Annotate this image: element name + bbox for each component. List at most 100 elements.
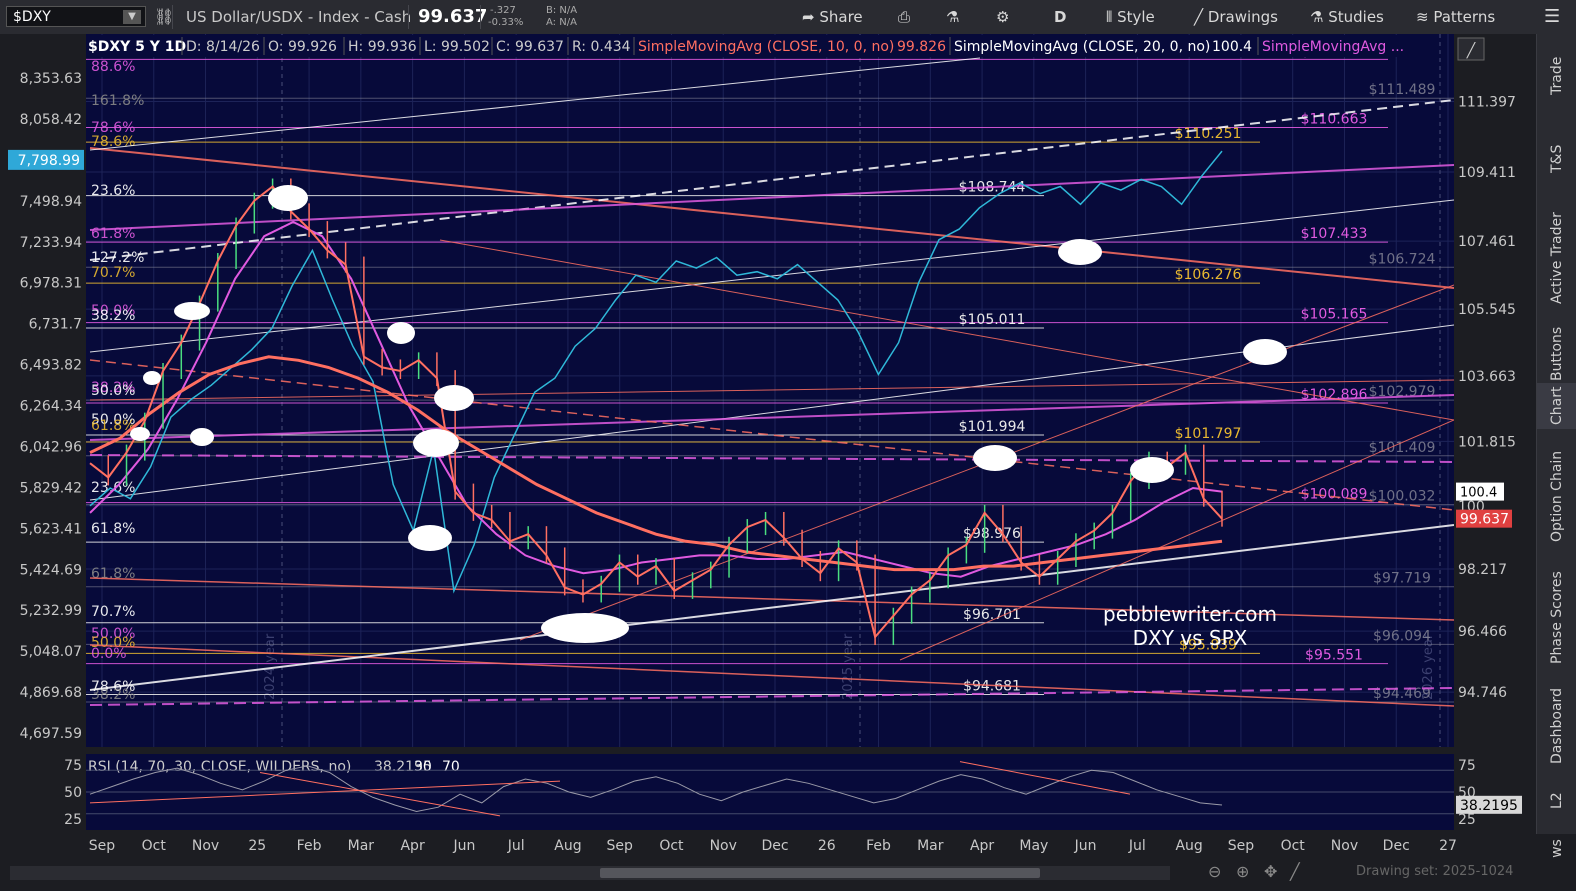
side-tab-trade[interactable]: Trade [1537, 38, 1576, 114]
left-axis-tick: 5,623.41 [20, 521, 82, 537]
x-axis-tick: Sep [606, 838, 633, 854]
level-label: $107.433 [1301, 226, 1368, 242]
pan-icon[interactable]: ✥ [1264, 862, 1277, 881]
side-tab-active-trader[interactable]: Active Trader [1537, 193, 1576, 323]
draw-icon[interactable]: ╱ [1290, 862, 1300, 881]
sma-long-line [89, 355, 1223, 572]
legend-item: 99.826 [897, 39, 946, 55]
scrollbar-thumb[interactable] [600, 868, 1040, 878]
left-axis-tick: 5,829.42 [20, 480, 82, 496]
level-label: $95.551 [1305, 648, 1363, 664]
highlight-oval [174, 302, 210, 320]
side-tab-l2[interactable]: L2 [1537, 778, 1576, 824]
legend-item: SimpleMovingAvg ... [1262, 39, 1404, 55]
x-axis-tick: Feb [297, 838, 322, 854]
x-axis-tick: Dec [761, 838, 788, 854]
sma-badge-label: 100.4 [1460, 486, 1497, 501]
fib-label: 161.8% [91, 93, 144, 109]
side-tab-phase-scores[interactable]: Phase Scores [1537, 563, 1576, 673]
x-axis-tick: May [1019, 838, 1048, 854]
year-label: 2025 year [841, 633, 856, 700]
left-axis-tick: 6,493.82 [20, 358, 82, 374]
right-axis-tick: 96.466 [1458, 624, 1507, 640]
x-axis-tick: Aug [1175, 838, 1202, 854]
side-tab-option-chain[interactable]: Option Chain [1537, 433, 1576, 559]
left-axis-tick: 4,869.68 [20, 685, 82, 701]
sma-mid-line [89, 220, 1223, 578]
x-axis-tick: Nov [1331, 838, 1358, 854]
left-axis-tick: 5,232.99 [20, 603, 82, 619]
x-axis-tick: Jun [452, 838, 475, 854]
trend-line [89, 394, 1454, 441]
level-label: $106.724 [1369, 251, 1436, 267]
left-axis-tick: 8,058.42 [20, 112, 82, 128]
x-axis-tick: Mar [348, 838, 375, 854]
highlight-oval [143, 371, 161, 385]
level-label: $105.011 [959, 312, 1026, 328]
rsi-right-tick: 25 [1458, 812, 1476, 828]
x-axis-tick: Mar [917, 838, 944, 854]
highlight-oval [541, 613, 629, 643]
trend-line [89, 644, 1454, 707]
left-axis-tick: 7,498.94 [20, 194, 82, 210]
x-axis-tick: 25 [248, 838, 266, 854]
bottom-bar: ⊖ ⊕ ✥ ╱ Drawing set: 2025-1024 [0, 858, 1576, 891]
highlight-oval [1058, 239, 1102, 265]
left-axis-tick: 5,048.07 [20, 644, 82, 660]
right-axis-tick: 105.545 [1458, 302, 1516, 318]
menu-button[interactable]: ☰ [1544, 5, 1560, 29]
x-axis-tick: Jul [1128, 838, 1146, 854]
x-axis-tick: Sep [89, 838, 116, 854]
right-axis-tick: 101.815 [1458, 434, 1516, 450]
fib-label: 61.8% [91, 521, 135, 537]
highlight-oval [190, 428, 214, 446]
pane-separator[interactable] [0, 747, 1536, 754]
level-label: $96.094 [1373, 628, 1431, 644]
x-axis-tick: Nov [192, 838, 219, 854]
fib-label: 50.0% [91, 383, 135, 399]
legend-item: C: 99.637 [496, 39, 564, 55]
highlight-oval [973, 445, 1017, 471]
legend-item: 100.4 [1212, 39, 1252, 55]
trend-line [89, 57, 981, 151]
x-axis-tick: Dec [1383, 838, 1410, 854]
right-axis-tick: 107.461 [1458, 234, 1516, 250]
highlight-oval [408, 525, 452, 551]
draw-tool-icon: ╱ [1466, 42, 1477, 59]
chart-svg: 2024 year2025 year2026 year$112.586$111.… [0, 34, 1536, 854]
fib-label: 88.6% [91, 59, 135, 75]
drawing-set-label: Drawing set: 2025-1024 [1356, 864, 1514, 879]
side-tab-t-s[interactable]: T&S [1537, 128, 1576, 190]
legend-item: SimpleMovingAvg (CLOSE, 10, 0, no) [638, 39, 894, 55]
level-label: $100.089 [1301, 487, 1368, 503]
fib-label: 23.6% [91, 183, 135, 199]
level-label: $111.489 [1369, 82, 1436, 98]
hamburger-icon: ☰ [1544, 6, 1561, 27]
x-axis-tick: Oct [1281, 838, 1306, 854]
rsi-right-tick: 75 [1458, 758, 1476, 774]
left-axis-tick: 6,042.96 [20, 439, 82, 455]
rsi-axis-tick: 50 [64, 785, 82, 801]
left-axis-current: 7,798.99 [18, 153, 80, 169]
fib-label: 70.7% [91, 265, 135, 281]
highlight-oval [413, 429, 459, 457]
legend-item: SimpleMovingAvg (CLOSE, 20, 0, no) [954, 39, 1210, 55]
horizontal-scrollbar[interactable] [10, 866, 1170, 880]
current-price-label: 99.637 [1460, 512, 1509, 528]
fib-label: 70.7% [91, 604, 135, 620]
side-tab-chart[interactable]: Chart [1537, 383, 1576, 429]
zoom-out-icon[interactable]: ⊖ [1208, 862, 1221, 881]
zoom-in-icon[interactable]: ⊕ [1236, 862, 1249, 881]
highlight-oval [1130, 457, 1174, 483]
level-label: $105.165 [1301, 307, 1368, 323]
left-axis-tick: 5,424.69 [20, 562, 82, 578]
side-tab-buttons[interactable]: Buttons [1537, 327, 1576, 381]
left-axis-tick: 6,978.31 [20, 276, 82, 292]
rsi-current-label: 38.2195 [1460, 798, 1518, 814]
side-tab-dashboard[interactable]: Dashboard [1537, 678, 1576, 774]
x-axis-tick: Oct [659, 838, 684, 854]
rsi-axis-tick: 25 [64, 812, 82, 828]
left-axis-tick: 7,233.94 [20, 235, 82, 251]
trend-line [89, 99, 1454, 261]
level-label: $106.276 [1175, 267, 1242, 283]
